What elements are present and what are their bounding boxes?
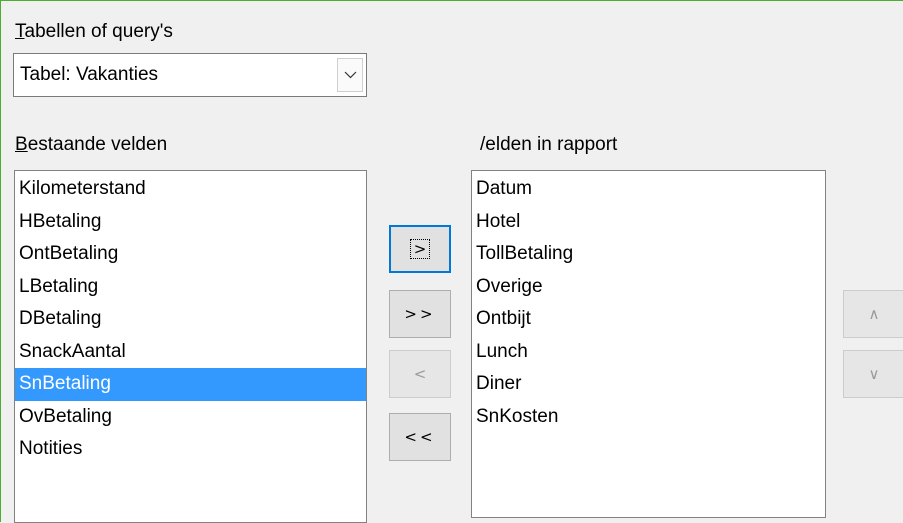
report-fields-label-text: /elden in rapport — [480, 134, 618, 155]
report-fields-list[interactable]: Datum Hotel TollBetaling Overige Ontbijt Lunc… — [471, 170, 826, 518]
available-field-item[interactable]: Kilometerstand — [15, 173, 366, 206]
report-field-item[interactable]: Diner — [472, 368, 825, 401]
report-fields-items: Datum Hotel TollBetaling Overige Ontbijt Lunc… — [472, 173, 825, 433]
remove-field-button-label: < — [413, 365, 427, 383]
table-select-value: Tabel: Vakanties — [20, 64, 159, 85]
remove-all-fields-button[interactable]: << — [389, 413, 451, 461]
available-field-item[interactable]: SnackAantal — [15, 336, 366, 369]
add-field-button-label: > — [409, 239, 431, 259]
add-field-button[interactable]: > — [389, 225, 451, 273]
report-field-item[interactable]: TollBetaling — [472, 238, 825, 271]
add-all-fields-button[interactable]: >> — [389, 290, 451, 338]
report-field-item[interactable]: Lunch — [472, 336, 825, 369]
available-field-item[interactable]: Notities — [15, 433, 366, 466]
report-field-item[interactable]: Hotel — [472, 206, 825, 239]
available-fields-list[interactable]: Kilometerstand HBetaling OntBetaling LBetal… — [14, 170, 367, 523]
tables-label: Tabellen of query's — [15, 20, 173, 44]
available-fields-items: Kilometerstand HBetaling OntBetaling LBetal… — [15, 173, 366, 466]
move-down-button[interactable]: ∨ — [843, 350, 903, 398]
remove-all-fields-button-label: << — [404, 428, 436, 446]
move-up-button[interactable]: ∧ — [843, 290, 903, 338]
available-field-item[interactable]: OvBetaling — [15, 401, 366, 434]
move-down-icon: ∨ — [868, 365, 880, 383]
table-select[interactable]: Tabel: Vakanties — [13, 53, 367, 97]
remove-field-button[interactable]: < — [389, 350, 451, 398]
available-field-item[interactable]: DBetaling — [15, 303, 366, 336]
available-fields-label-text: Bestaande velden — [15, 134, 168, 155]
add-all-fields-button-label: >> — [404, 305, 436, 323]
report-field-item[interactable]: Ontbijt — [472, 303, 825, 336]
available-field-item[interactable]: OntBetaling — [15, 238, 366, 271]
report-fields-label: /elden in rapport — [480, 133, 617, 157]
available-fields-label: Bestaande velden — [15, 133, 167, 157]
available-field-item[interactable]: LBetaling — [15, 271, 366, 304]
report-field-item[interactable]: Datum — [472, 173, 825, 206]
available-field-item[interactable]: SnBetaling — [15, 368, 366, 401]
move-up-icon: ∧ — [868, 305, 880, 323]
report-field-item[interactable]: SnKosten — [472, 401, 825, 434]
report-field-item[interactable]: Overige — [472, 271, 825, 304]
tables-label-text: Tabellen of query's — [15, 21, 173, 42]
chevron-down-icon — [344, 71, 357, 79]
available-field-item[interactable]: HBetaling — [15, 206, 366, 239]
report-wizard-fields-dialog: Tabellen of query's Tabel: Vakanties Bes… — [0, 0, 903, 523]
dropdown-button[interactable] — [337, 58, 363, 92]
